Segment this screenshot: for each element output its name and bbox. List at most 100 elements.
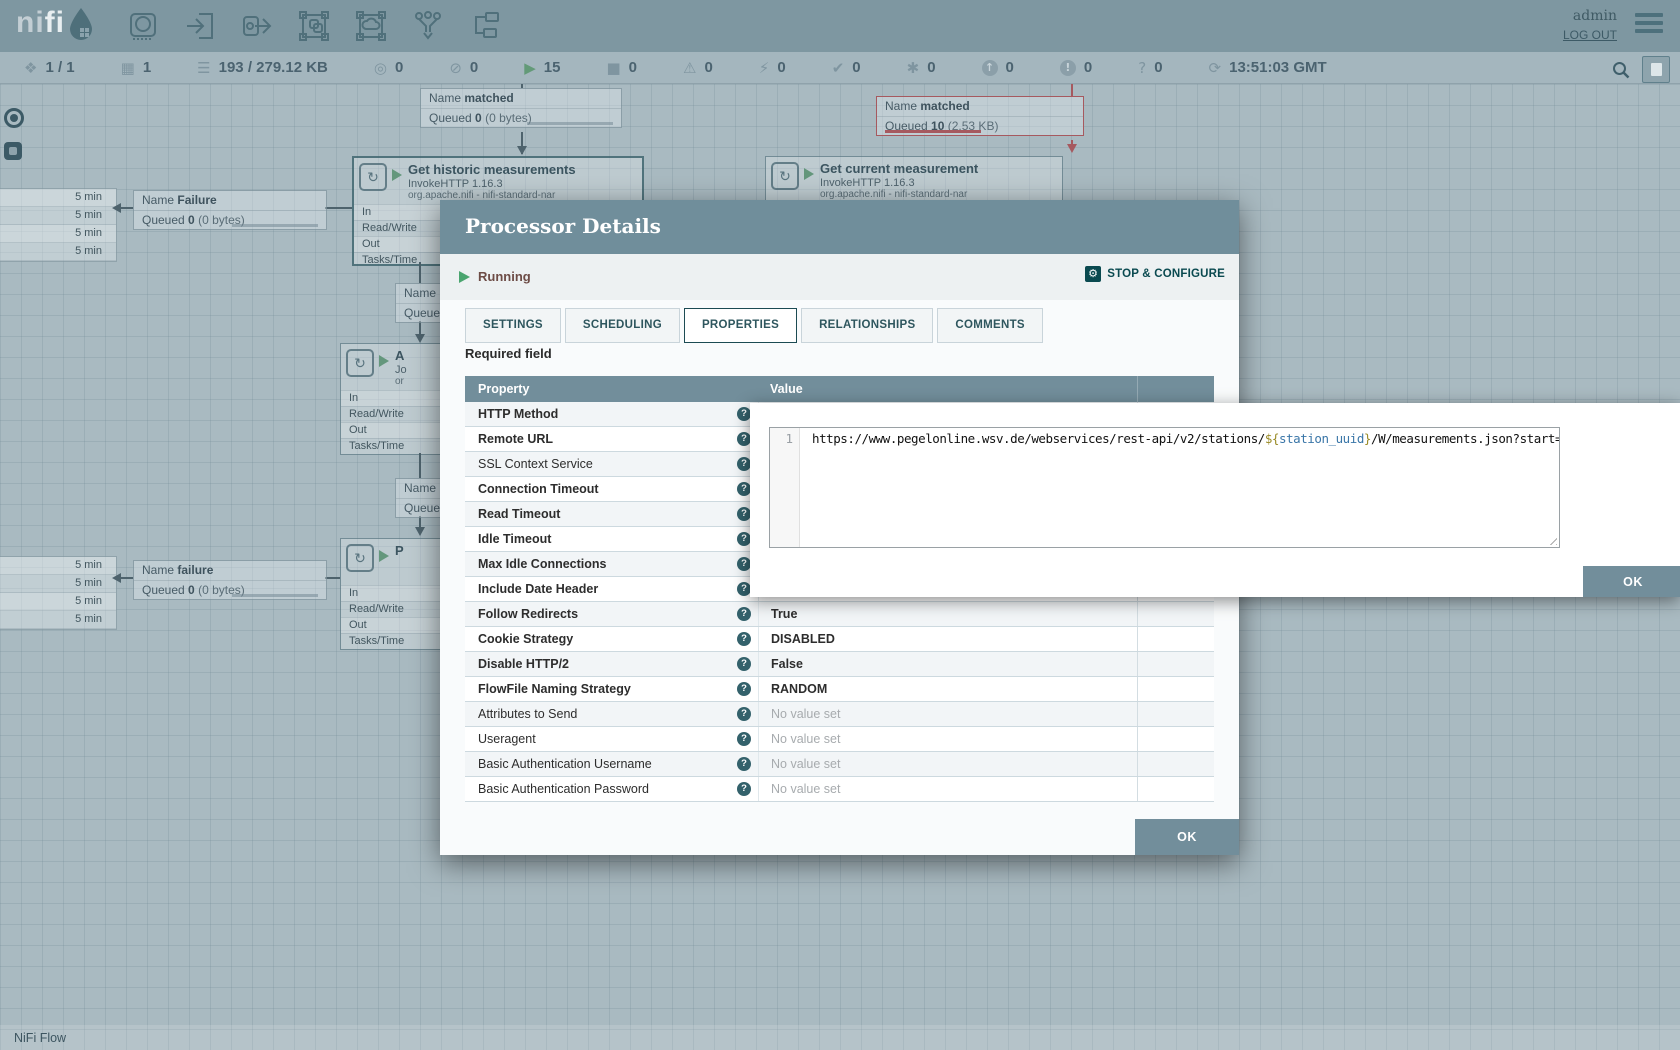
tab-comments[interactable]: COMMENTS [937,308,1042,343]
status-running-components-value: 15 [544,59,561,76]
property-name: Remote URL? [465,427,758,451]
status-not-transmitting-ports-value: 0 [470,59,478,76]
input-port-icon[interactable] [185,11,215,41]
tab-settings[interactable]: SETTINGS [465,308,561,343]
status-bar-right [1612,56,1670,83]
value-editor-textarea[interactable]: 1 https://www.pegelonline.wsv.de/webserv… [769,427,1560,548]
stat-label: Out [349,424,367,436]
dialog-ok-button[interactable]: OK [1135,819,1239,855]
property-name: Include Date Header? [465,577,758,601]
status-disabled-components-value: 0 [777,59,785,76]
help-icon[interactable]: ? [737,707,751,721]
stat-label: In [349,392,358,404]
running-indicator-icon [392,169,402,181]
help-icon[interactable]: ? [737,482,751,496]
help-icon[interactable]: ? [737,457,751,471]
status-invalid-components-value: 0 [704,59,712,76]
user-block: admin LOG OUT [1563,8,1617,44]
funnel-icon[interactable] [413,11,443,41]
property-name: HTTP Method? [465,402,758,426]
birdseye-toggle-button[interactable] [1642,56,1670,83]
warning-icon: ⚠ [683,59,696,77]
help-icon[interactable]: ? [737,632,751,646]
property-value-editor: 1 https://www.pegelonline.wsv.de/webserv… [750,403,1680,597]
required-field-label: Required field [465,346,552,361]
stat-value: 5 min [0,557,116,575]
resize-handle[interactable] [1546,534,1557,545]
global-menu-icon[interactable] [1635,13,1663,37]
stop-and-configure-button[interactable]: ⚙ STOP & CONFIGURE [1085,266,1225,282]
status-active-threads-value: 1 / 1 [45,59,74,76]
editor-ok-button[interactable]: OK [1583,566,1680,597]
stat-value: 5 min [0,207,116,225]
property-value: DISABLED [758,627,1137,651]
connection-label-matched-alert[interactable]: Name matched Queued 10 (2.53 KB) [876,96,1084,136]
status-locally-modified-stale-versioned-value: 0 [1084,59,1092,76]
stat-label: Tasks/Time [362,254,417,266]
app-header: nifi admin LOG OUT [0,0,1680,52]
connection-label-failure-2[interactable]: Name failure Queued 0 (0 bytes) [133,560,327,600]
logout-link[interactable]: LOG OUT [1563,28,1617,42]
stat-label: Read/Write [349,408,404,420]
property-name: SSL Context Service? [465,452,758,476]
property-name: Useragent? [465,727,758,751]
status-stale-versioned: ↑0 [982,59,1014,76]
refresh-icon: ⟳ [1209,59,1222,77]
breadcrumb[interactable]: NiFi Flow [14,1031,66,1045]
property-value: No value set [758,702,1137,726]
label-icon [4,142,22,160]
running-indicator-icon [804,168,814,180]
stat-value: 5 min [0,575,116,593]
status-bar: ❖1 / 1▦1☰193 / 279.12 KB◎0⊘0▶15■0⚠0⚡0✔0✱… [0,52,1680,84]
status-invalid-components: ⚠0 [683,59,713,77]
help-icon[interactable]: ? [737,507,751,521]
transmit-icon: ◎ [374,59,387,77]
stat-label: Tasks/Time [349,440,404,452]
stat-label: Out [349,619,367,631]
search-icon[interactable] [1612,61,1630,79]
help-icon[interactable]: ? [737,757,751,771]
template-icon[interactable] [470,11,500,41]
stop-icon: ■ [606,59,620,77]
property-row: FlowFile Naming Strategy?RANDOM [465,677,1214,702]
disabled-icon: ⚡ [759,59,770,77]
remote-process-group-icon[interactable] [356,11,386,41]
stat-value: 5 min [0,225,116,243]
status-stopped-components-value: 0 [629,59,637,76]
help-icon[interactable]: ? [737,607,751,621]
status-active-threads: ❖1 / 1 [24,59,75,77]
tab-relationships[interactable]: RELATIONSHIPS [801,308,933,343]
help-icon[interactable]: ? [737,432,751,446]
help-icon[interactable]: ? [737,682,751,696]
output-port-icon[interactable] [242,11,272,41]
stat-value: 5 min [0,593,116,611]
connection-label-matched[interactable]: Name matched Queued 0 (0 bytes) [420,88,622,128]
status-stopped-components: ■0 [606,59,637,77]
running-indicator-icon [379,355,389,367]
running-status-icon [459,271,470,283]
gear-icon: ⚙ [1085,266,1101,282]
notransmit-icon: ⊘ [449,59,462,77]
help-icon[interactable]: ? [737,557,751,571]
help-icon[interactable]: ? [737,532,751,546]
property-name: Cookie Strategy? [465,627,758,651]
status-total-queued: ☰193 / 279.12 KB [197,59,328,77]
component-toolbar [128,11,500,41]
help-icon[interactable]: ? [737,657,751,671]
invokehttp-icon: ↻ [359,163,387,191]
connection-label-failure[interactable]: Name Failure Queued 0 (0 bytes) [133,190,327,230]
stat-value: 5 min [0,243,116,261]
help-icon[interactable]: ? [737,732,751,746]
processor-type-icon: ↻ [346,544,374,572]
help-icon[interactable]: ? [737,407,751,421]
connection-arrow-icon [1067,144,1077,153]
stat-value: 5 min [0,189,116,207]
processor-icon[interactable] [128,11,158,41]
property-row: Cookie Strategy?DISABLED [465,627,1214,652]
nifi-drop-icon [67,6,95,40]
tab-properties[interactable]: PROPERTIES [684,308,797,343]
help-icon[interactable]: ? [737,582,751,596]
process-group-icon[interactable] [299,11,329,41]
help-icon[interactable]: ? [737,782,751,796]
tab-scheduling[interactable]: SCHEDULING [565,308,680,343]
